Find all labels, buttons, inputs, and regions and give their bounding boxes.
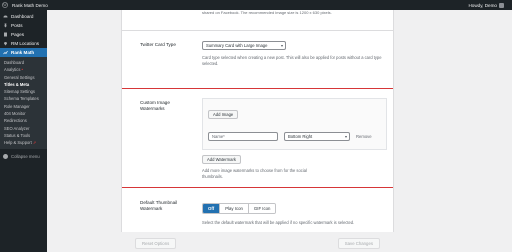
avatar: [499, 2, 504, 8]
option-off[interactable]: Off: [203, 204, 221, 213]
watermark-position-select[interactable]: Bottom Right ▾: [284, 132, 350, 141]
twitter-card-description: Card type selected when creating a new p…: [202, 55, 382, 66]
submenu-label: Status & Tools: [4, 132, 31, 138]
submenu-label: Redirections: [4, 118, 27, 124]
remove-watermark-link[interactable]: Remove: [356, 134, 372, 140]
submenu-role-manager[interactable]: Role Manager: [0, 103, 47, 110]
submenu-label: Analytics: [4, 67, 21, 73]
menu-label: RM Locations: [11, 41, 40, 46]
submenu-label: Help & Support: [4, 140, 32, 146]
collapse-menu-button[interactable]: Collapse menu: [0, 153, 47, 161]
menu-item-pages[interactable]: Pages: [0, 30, 47, 39]
submenu-label: Dashboard: [4, 60, 25, 65]
save-changes-button[interactable]: Save Changes: [337, 238, 380, 249]
admin-sidebar: Dashboard Posts Pages RM Locations Rank …: [0, 10, 47, 252]
wordpress-logo-icon[interactable]: W: [0, 0, 10, 10]
reset-options-button[interactable]: Reset Options: [135, 238, 177, 249]
admin-bar: W Rank Math Demo Howdy, Demo: [0, 0, 512, 10]
submenu-label: Sitemap Settings: [4, 89, 35, 95]
submenu-titles-meta[interactable]: Titles & Meta: [0, 81, 47, 88]
menu-label: Dashboard: [11, 14, 34, 19]
dashboard-icon: [3, 14, 8, 19]
location-icon: [3, 41, 8, 46]
highlight-divider-top: [122, 88, 393, 89]
custom-watermarks-label: Custom Image Watermarks: [140, 100, 170, 111]
submenu-general-settings[interactable]: General Settings: [0, 74, 47, 81]
select-value: Summary Card with Large Image: [206, 43, 268, 48]
option-gif-icon[interactable]: GIF Icon: [248, 204, 276, 213]
collapse-label: Collapse menu: [11, 154, 40, 160]
chevron-down-icon: ▾: [344, 134, 347, 139]
menu-item-rm-locations[interactable]: RM Locations: [0, 39, 47, 48]
notification-badge: •: [21, 67, 23, 73]
select-value: Bottom Right: [288, 134, 313, 139]
submenu-schema-templates[interactable]: Schema Templates: [0, 95, 47, 102]
submenu-dashboard[interactable]: Dashboard: [0, 59, 47, 66]
external-link-icon: ⇗: [32, 140, 37, 146]
add-image-button[interactable]: Add Image: [208, 110, 239, 119]
settings-footer: Reset Options Save Changes: [121, 235, 394, 252]
submenu-label: General Settings: [4, 74, 35, 80]
twitter-card-select[interactable]: Summary Card with Large Image ▾: [202, 41, 286, 50]
submenu-sitemap-settings[interactable]: Sitemap Settings: [0, 88, 47, 95]
submenu-help-support[interactable]: Help & Support ⇗: [0, 139, 47, 146]
submenu-seo-analyzer[interactable]: SEO Analyzer: [0, 125, 47, 132]
watermark-group: [202, 98, 387, 150]
add-watermark-button[interactable]: Add Watermark: [202, 155, 241, 164]
option-play-icon[interactable]: Play Icon: [220, 204, 249, 213]
collapse-arrow-icon: [3, 154, 8, 160]
submenu-label: Titles & Meta: [4, 81, 30, 87]
menu-item-posts[interactable]: Posts: [0, 21, 47, 30]
menu-item-rank-math[interactable]: Rank Math: [0, 48, 47, 57]
thumbnail-watermark-toggle: Off Play Icon GIF Icon: [202, 203, 277, 214]
rank-math-icon: [3, 50, 8, 55]
default-thumbnail-description: Select the default watermark that will b…: [202, 220, 355, 225]
submenu-404-monitor[interactable]: 404 Monitor: [0, 110, 47, 117]
submenu-label: 404 Monitor: [4, 111, 26, 117]
submenu-redirections[interactable]: Redirections: [0, 117, 47, 124]
submenu-label: Role Manager: [4, 103, 30, 109]
twitter-card-label: Twitter Card Type: [140, 42, 176, 47]
pin-icon: [3, 23, 8, 28]
site-name-link[interactable]: Rank Math Demo: [12, 3, 48, 8]
settings-card: shared on Facebook. The recommended imag…: [121, 10, 394, 232]
submenu-label: SEO Analyzer: [4, 125, 30, 131]
svg-text:W: W: [3, 3, 7, 7]
menu-item-dashboard[interactable]: Dashboard: [0, 12, 47, 21]
open-graph-image-description: shared on Facebook. The recommended imag…: [202, 10, 332, 15]
submenu-analytics[interactable]: Analytics •: [0, 66, 47, 73]
menu-label: Rank Math: [11, 50, 35, 55]
custom-watermarks-description: Add more image watermarks to choose from…: [202, 168, 307, 179]
submenu-status-tools[interactable]: Status & Tools: [0, 132, 47, 139]
chevron-down-icon: ▾: [280, 43, 283, 48]
page-icon: [3, 32, 8, 37]
rank-math-submenu: Dashboard Analytics • General Settings T…: [0, 57, 47, 149]
highlight-divider-bottom: [122, 187, 393, 188]
howdy-text: Howdy, Demo: [468, 2, 497, 8]
default-thumbnail-label: Default Thumbnail Watermark: [140, 200, 178, 211]
menu-label: Posts: [11, 23, 23, 28]
menu-label: Pages: [11, 32, 25, 37]
watermark-name-input[interactable]: Name*: [208, 132, 278, 141]
submenu-label: Schema Templates: [4, 96, 39, 102]
account-menu[interactable]: Howdy, Demo: [468, 0, 504, 10]
divider: [122, 30, 393, 31]
